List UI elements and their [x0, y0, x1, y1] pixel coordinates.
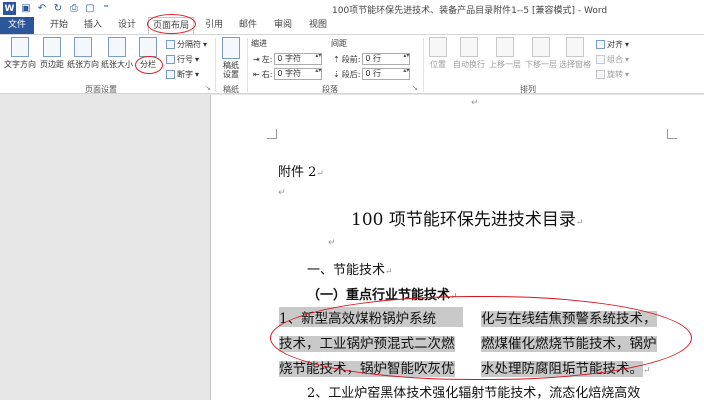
orientation-button[interactable]: 纸张方向	[67, 37, 99, 70]
indent-left-icon: ⇥	[253, 54, 260, 64]
document-page[interactable]: ↵ 附件 2↵ ↵ 100 项节能环保先进技术目录↵ ↵ 一、节能技术↵ （一）…	[210, 95, 704, 400]
selection-pane-icon	[566, 37, 584, 57]
tab-insert[interactable]: 插入	[80, 17, 106, 34]
group-button[interactable]: 组合 ▾	[596, 54, 629, 65]
attachment-label: 附件 2↵	[278, 165, 324, 180]
margins-button[interactable]: 页边距	[38, 37, 66, 70]
align-button[interactable]: 对齐 ▾	[596, 39, 629, 50]
selection-pane-button[interactable]: 选择窗格	[558, 37, 592, 70]
indent-right-row: ⇤ 右: 0 字符	[253, 68, 323, 80]
send-backward-button[interactable]: 下移一层	[524, 37, 558, 70]
window-title: 100项节能环保先进技术、装备产品目录附件1--5 [兼容模式] - Word	[332, 6, 608, 16]
group-separator	[423, 38, 424, 92]
undo-icon[interactable]: ↶	[36, 3, 48, 15]
paragraph-group-label: 段落	[322, 85, 338, 94]
indent-right-input[interactable]: 0 字符	[274, 68, 323, 80]
text-direction-icon	[11, 37, 29, 57]
wrap-text-icon	[460, 37, 478, 57]
line-numbers-button[interactable]: 行号 ▾	[166, 54, 199, 65]
spacing-after-row: ⇣ 段后: 0 行	[333, 68, 411, 80]
paragraph-mark: ↵	[328, 238, 336, 248]
crop-mark	[667, 129, 677, 139]
group-icon	[596, 55, 605, 64]
tab-home[interactable]: 开始	[46, 17, 72, 34]
indent-left-row: ⇥ 左: 0 字符	[253, 53, 323, 65]
document-title: 100 项节能环保先进技术目录↵	[351, 210, 584, 230]
page-setup-launcher-icon[interactable]: ↘	[205, 84, 211, 92]
breaks-button[interactable]: 分隔符 ▾	[166, 39, 207, 50]
size-button[interactable]: 纸张大小	[100, 37, 134, 70]
word-logo-icon: W	[3, 2, 16, 15]
redo-icon[interactable]: ↻	[52, 3, 64, 15]
column-1-line-1: 1、新型高效煤粉锅炉系统	[279, 307, 463, 327]
rotate-button[interactable]: 旋转 ▾	[596, 69, 629, 80]
draft-paper-icon	[222, 37, 240, 59]
draft-paper-button[interactable]: 稿纸 设置	[219, 37, 243, 79]
text-direction-button[interactable]: 文字方向	[3, 37, 37, 70]
customize-qat-icon[interactable]: ⁼	[100, 3, 112, 15]
orientation-icon	[74, 37, 92, 57]
column-2-line-1: 化与在线结焦预警系统技术，	[481, 311, 657, 327]
group-separator	[247, 38, 248, 92]
columns-button[interactable]: 分栏	[137, 37, 159, 70]
group-separator	[215, 38, 216, 92]
wrap-text-button[interactable]: 自动换行	[452, 37, 486, 70]
indent-title: 缩进	[251, 39, 267, 48]
section-heading: 一、节能技术↵	[307, 263, 393, 278]
indent-right-icon: ⇤	[253, 69, 260, 79]
position-button[interactable]: 位置	[427, 37, 449, 70]
tab-file[interactable]: 文件	[0, 17, 34, 34]
paragraph-mark: ↵	[278, 188, 286, 198]
position-icon	[429, 37, 447, 57]
ribbon-tabs: 文件 开始 插入 设计 页面布局 引用 邮件 审阅 视图	[0, 17, 704, 35]
spacing-after-input[interactable]: 0 行	[362, 68, 411, 80]
tab-page-layout[interactable]: 页面布局	[148, 17, 194, 35]
tab-design[interactable]: 设计	[114, 17, 140, 34]
bring-forward-icon	[496, 37, 514, 57]
spacing-after-icon: ⇣	[333, 69, 340, 79]
tab-mailings[interactable]: 邮件	[235, 17, 261, 34]
item-2-text: 2、工业炉窑黑体技术强化辐射节能技术，流态化焙烧高效	[307, 386, 641, 400]
spacing-title: 间距	[331, 39, 347, 48]
spacing-before-icon: ⇡	[333, 54, 340, 64]
print-preview-icon[interactable]: ⎙	[68, 3, 80, 15]
paragraph-launcher-icon[interactable]: ↘	[412, 84, 418, 92]
hyphenation-icon	[166, 70, 175, 79]
new-document-icon[interactable]: ▢	[84, 3, 96, 15]
column-2-line-3: 水处理防腐阻垢节能技术。↵	[481, 361, 651, 377]
ribbon: 文字方向 页边距 纸张方向 纸张大小 分栏 分隔符 ▾ 行号 ▾ 断字 ▾ 页面设置 …	[0, 34, 704, 94]
tab-references[interactable]: 引用	[201, 17, 227, 34]
save-icon[interactable]: ▣	[20, 3, 32, 15]
arrange-group-label: 排列	[520, 85, 536, 94]
title-bar: W ▣ ↶ ↻ ⎙ ▢ ⁼ 100项节能环保先进技术、装备产品目录附件1--5 …	[0, 0, 704, 17]
column-1-line-2: 技术，工业锅炉预混式二次燃	[279, 336, 455, 352]
breaks-icon	[166, 40, 175, 49]
margins-icon	[43, 37, 61, 57]
column-2-line-2: 燃煤催化燃烧节能技术，锅炉	[481, 336, 657, 352]
quick-access-toolbar: W ▣ ↶ ↻ ⎙ ▢ ⁼	[0, 0, 112, 17]
line-numbers-icon	[166, 55, 175, 64]
paragraph-mark: ↵	[471, 98, 479, 108]
document-area: ↵ 附件 2↵ ↵ 100 项节能环保先进技术目录↵ ↵ 一、节能技术↵ （一）…	[0, 95, 704, 400]
tab-view[interactable]: 视图	[305, 17, 331, 34]
tab-review[interactable]: 审阅	[270, 17, 296, 34]
rotate-icon	[596, 70, 605, 79]
spacing-before-row: ⇡ 段前: 0 行	[333, 53, 411, 65]
align-icon	[596, 40, 605, 49]
crop-mark	[267, 129, 277, 139]
hyphenation-button[interactable]: 断字 ▾	[166, 69, 199, 80]
column-1-line-3: 烧节能技术，锅炉智能吹灰优	[279, 361, 455, 377]
send-backward-icon	[532, 37, 550, 57]
columns-icon	[139, 37, 157, 57]
draft-group-label: 稿纸	[223, 85, 239, 94]
subsection-heading: （一）重点行业节能技术↵	[307, 288, 458, 303]
spacing-before-input[interactable]: 0 行	[362, 53, 411, 65]
bring-forward-button[interactable]: 上移一层	[488, 37, 522, 70]
page-setup-group-label: 页面设置	[85, 85, 117, 94]
paper-size-icon	[108, 37, 126, 57]
indent-left-input[interactable]: 0 字符	[274, 53, 323, 65]
